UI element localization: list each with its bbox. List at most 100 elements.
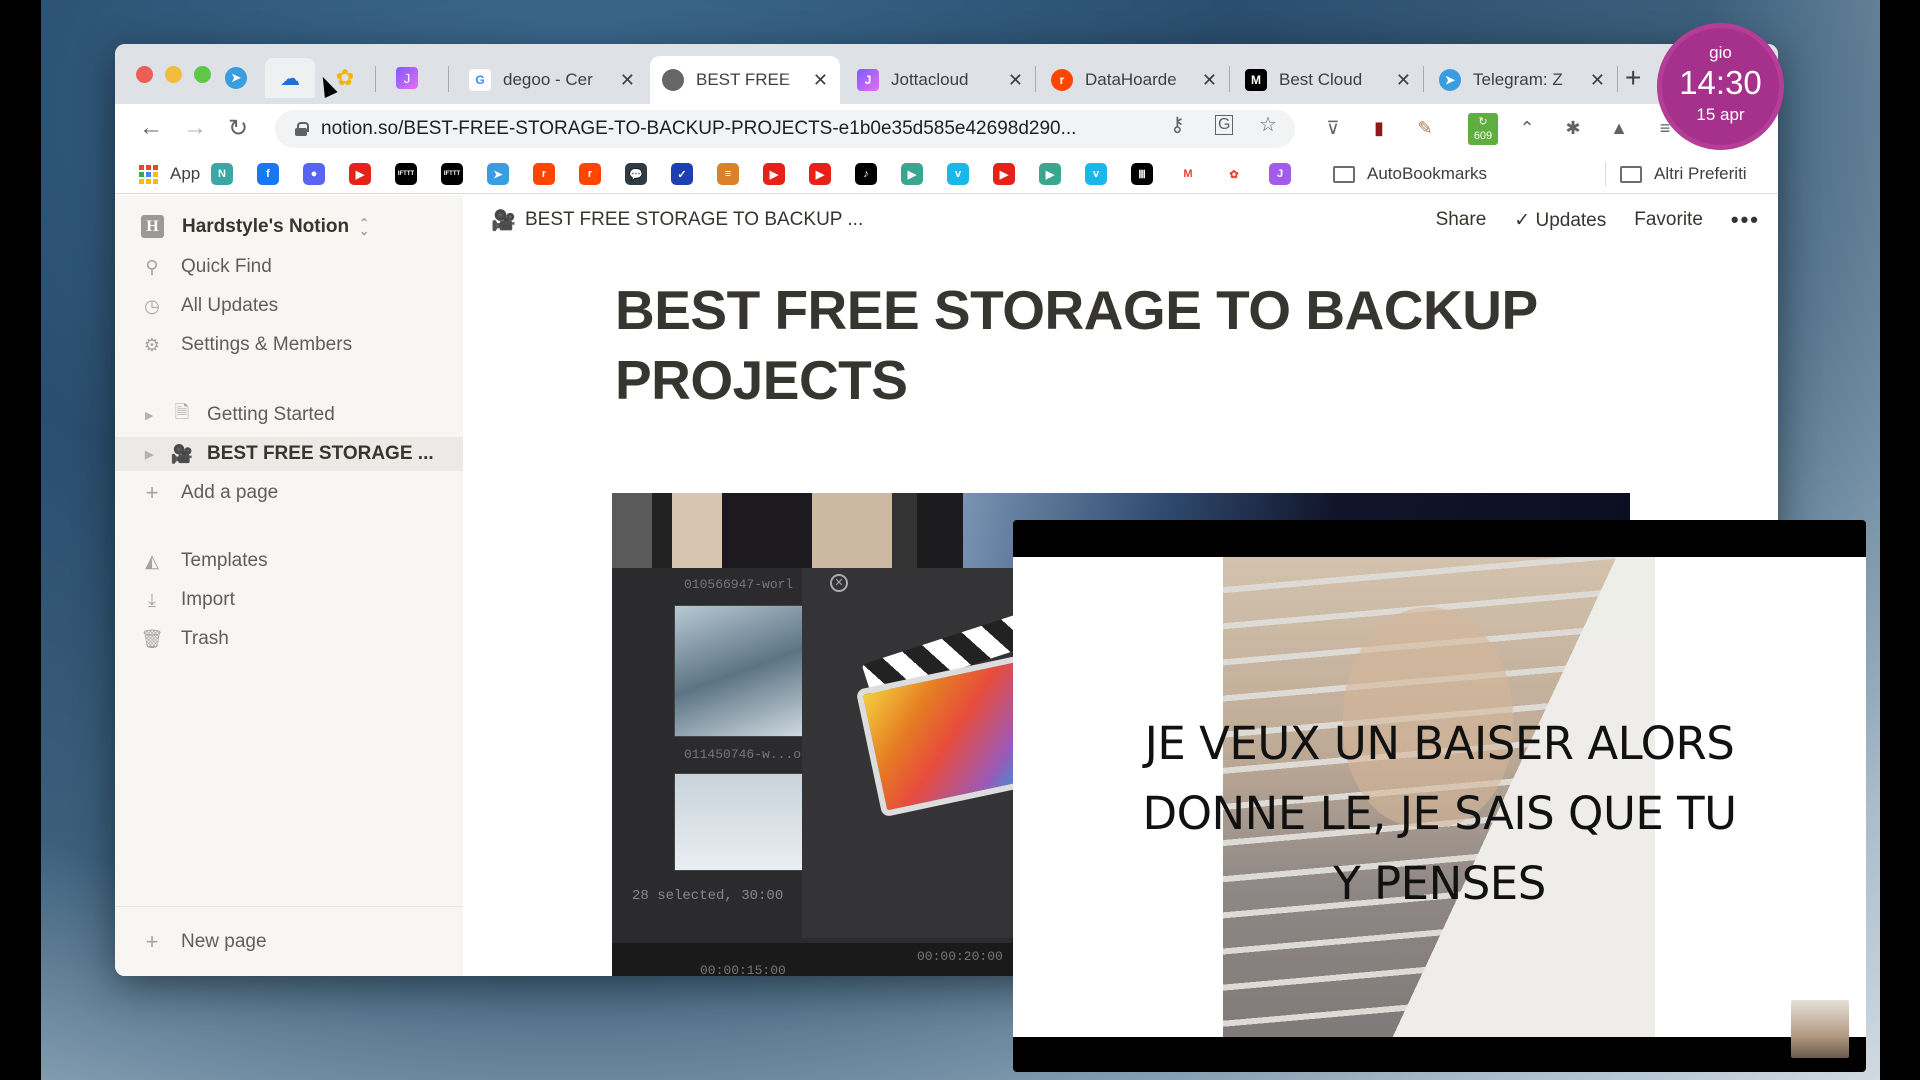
bookmark-messages[interactable]: 💬	[625, 162, 647, 186]
bookmark-notion-n[interactable]: N	[211, 162, 233, 186]
tab-best-cloud[interactable]: M Best Cloud ✕	[1233, 56, 1423, 104]
bookmark-document[interactable]: ≡	[717, 162, 739, 186]
close-tab-icon[interactable]: ✕	[620, 70, 635, 91]
pinned-tab-telegram[interactable]: ➤	[211, 58, 261, 98]
sidebar-item-import[interactable]: ⤓ Import	[115, 583, 463, 617]
bookmark-play[interactable]: ▶	[1039, 162, 1061, 186]
sidebar-item-quick-find[interactable]: ⚲ Quick Find	[115, 250, 463, 284]
back-button[interactable]: ←	[139, 114, 163, 142]
bookmark-star-icon[interactable]: ☆	[1259, 112, 1277, 137]
close-tab-icon[interactable]: ✕	[1202, 70, 1217, 91]
share-button[interactable]: Share	[1436, 209, 1487, 231]
badge-count: 609	[1473, 130, 1493, 142]
pinned-tab-jottacloud[interactable]: J	[382, 58, 432, 98]
new-tab-button[interactable]: +	[1625, 64, 1641, 92]
extension-counter-badge[interactable]: ↻ 609	[1468, 113, 1498, 145]
checkmark-icon: ✓	[1514, 209, 1536, 231]
bookmark-reddit[interactable]: r	[533, 162, 555, 186]
trash-icon: 🗑	[140, 628, 164, 649]
chevron-up-icon[interactable]: ⌃	[1515, 116, 1539, 140]
expand-triangle-icon[interactable]: ▶	[145, 409, 157, 422]
close-tab-icon[interactable]: ✕	[1590, 70, 1605, 91]
desktop-letterbox-right	[1880, 0, 1920, 1080]
bookmark-youtube[interactable]: ▶	[993, 162, 1015, 186]
sidebar-add-page[interactable]: + Add a page	[115, 476, 463, 510]
bookmark-label: App	[170, 164, 201, 183]
bookmark-play[interactable]: ▶	[901, 162, 923, 186]
breadcrumb[interactable]: 🎥 BEST FREE STORAGE TO BACKUP ...	[491, 208, 863, 232]
sidebar-item-settings-members[interactable]: ⚙ Settings & Members	[115, 328, 463, 362]
sidebar-item-all-updates[interactable]: ◷ All Updates	[115, 289, 463, 323]
tab-strip: ➤ ☁ ✿ J G degoo - Cer ✕ BEST FREE ✕ J Jo…	[115, 44, 1778, 104]
clock-time: 14:30	[1679, 64, 1762, 101]
bookmark-discord-record[interactable]: ●	[303, 162, 325, 186]
bookmark-vimeo[interactable]: v	[1085, 162, 1107, 186]
new-page-button[interactable]: + New page	[115, 925, 463, 959]
bookmark-ifttt[interactable]: IFTTT	[441, 162, 463, 186]
notion-topbar: 🎥 BEST FREE STORAGE TO BACKUP ... Share …	[463, 195, 1778, 245]
jottacloud-icon: J	[857, 69, 879, 91]
picture-in-picture-video[interactable]: JE VEUX UN BAISER ALORS DONNE LE, JE SAI…	[1013, 520, 1866, 1072]
bookmark-jottacloud[interactable]: J	[1269, 162, 1291, 186]
bookmark-folder-autobookmarks[interactable]: AutoBookmarks	[1333, 162, 1487, 186]
lyrics-line: DONNE LE, JE SAIS QUE TU	[1142, 787, 1737, 840]
pinned-tab-cloud-upload[interactable]: ☁	[265, 58, 315, 98]
close-tab-icon[interactable]: ✕	[1396, 70, 1411, 91]
bookmark-youtube[interactable]: ▶	[349, 162, 371, 186]
translate-icon[interactable]: G	[1215, 115, 1234, 135]
forward-button[interactable]: →	[183, 114, 207, 142]
bookmark-youtube-studio[interactable]: ▶	[763, 162, 785, 186]
bookmark-google-photos[interactable]: ✿	[1223, 162, 1245, 186]
bookmark-bird[interactable]: ✓	[671, 162, 693, 186]
workspace-switcher[interactable]: H Hardstyle's Notion ⌃ ⌄	[141, 215, 369, 238]
tab-degoo[interactable]: G degoo - Cer ✕	[457, 56, 647, 104]
sidebar-page-getting-started[interactable]: ▶ 🗎 Getting Started	[115, 398, 463, 432]
sidebar-item-label: Settings & Members	[181, 334, 353, 355]
url-text[interactable]: notion.so/BEST-FREE-STORAGE-TO-BACKUP-PR…	[321, 118, 1076, 140]
pocket-icon[interactable]: ⊽	[1321, 116, 1345, 140]
close-window-button[interactable]	[136, 66, 153, 83]
lock-icon[interactable]	[295, 122, 309, 136]
reload-button[interactable]: ↻	[228, 114, 248, 143]
bookmark-separator	[1605, 162, 1606, 186]
sidebar-item-templates[interactable]: ◭ Templates	[115, 544, 463, 578]
close-tab-icon[interactable]: ✕	[1008, 70, 1023, 91]
bookmark-telegram[interactable]: ➤	[487, 162, 509, 186]
search-icon: ⚲	[145, 256, 159, 277]
bookmark-apps[interactable]: App	[139, 162, 200, 186]
pen-icon[interactable]: ✎	[1413, 116, 1437, 140]
bookmark-youtube[interactable]: ▶	[809, 162, 831, 186]
lab-flask-icon[interactable]: ▲	[1607, 116, 1631, 140]
tab-title: BEST FREE	[696, 70, 791, 89]
tab-jottacloud[interactable]: J Jottacloud ✕	[845, 56, 1035, 104]
folder-icon	[1620, 165, 1642, 183]
bookmark-reddit[interactable]: r	[579, 162, 601, 186]
import-icon: ⤓	[148, 589, 156, 610]
bookmark-ribbon-icon[interactable]: ▮	[1367, 116, 1391, 140]
bookmark-gmail[interactable]: M	[1177, 162, 1199, 186]
updates-button[interactable]: ✓ Updates	[1514, 209, 1606, 232]
tab-telegram[interactable]: ➤ Telegram: Z ✕	[1427, 56, 1617, 104]
tab-datahoarder[interactable]: r DataHoarde ✕	[1039, 56, 1229, 104]
sidebar-item-trash[interactable]: 🗑 Trash	[115, 622, 463, 656]
bookmark-folder-altri-preferiti[interactable]: Altri Preferiti	[1620, 162, 1747, 186]
bookmark-archive[interactable]: Ⅲ	[1131, 162, 1153, 186]
bookmark-ifttt[interactable]: IFTTT	[395, 162, 417, 186]
maximize-window-button[interactable]	[194, 66, 211, 83]
page-title[interactable]: BEST FREE STORAGE TO BACKUP PROJECTS	[615, 275, 1595, 415]
password-key-icon[interactable]: ⚷	[1170, 112, 1185, 137]
youtube-icon: ▶	[809, 163, 831, 185]
more-options-button[interactable]: •••	[1731, 207, 1760, 233]
ifttt-icon: IFTTT	[395, 163, 417, 185]
bookmark-tiktok[interactable]: ♪	[855, 162, 877, 186]
extensions-puzzle-icon[interactable]: ✱	[1561, 116, 1585, 140]
address-bar[interactable]: notion.so/BEST-FREE-STORAGE-TO-BACKUP-PR…	[275, 110, 1295, 148]
minimize-window-button[interactable]	[165, 66, 182, 83]
tab-best-free-storage[interactable]: BEST FREE ✕	[650, 56, 840, 104]
bookmark-vimeo[interactable]: v	[947, 162, 969, 186]
bookmark-facebook[interactable]: f	[257, 162, 279, 186]
close-tab-icon[interactable]: ✕	[813, 70, 828, 91]
favorite-button[interactable]: Favorite	[1634, 209, 1703, 231]
expand-triangle-icon[interactable]: ▶	[145, 448, 157, 461]
sidebar-page-best-free-storage[interactable]: ▶ 🎥 BEST FREE STORAGE ...	[115, 437, 463, 471]
